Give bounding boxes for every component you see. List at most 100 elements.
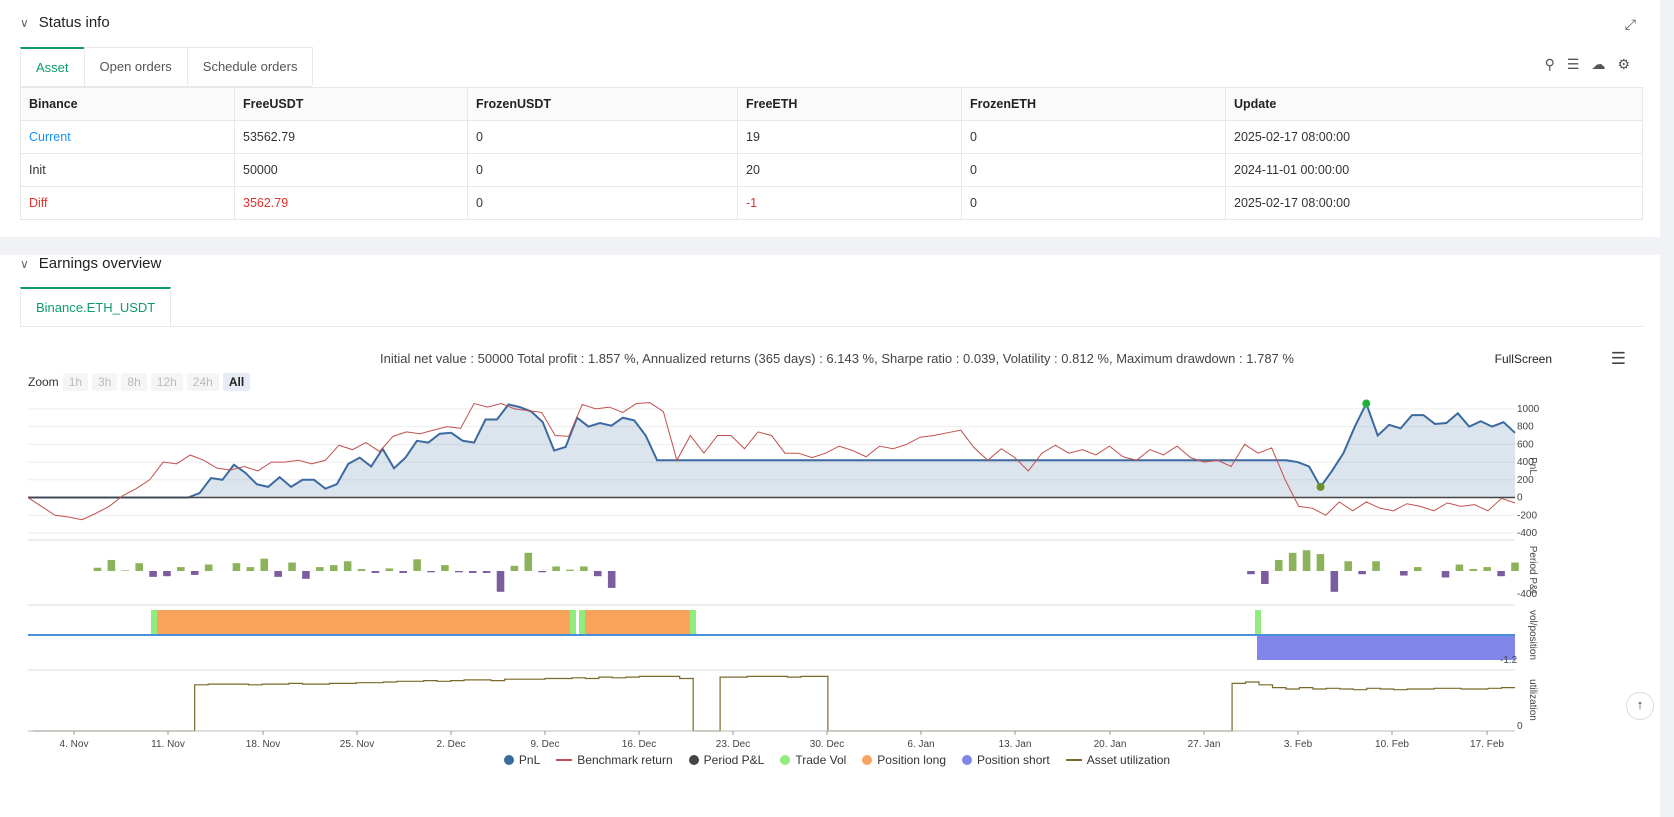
period-pnl-bar	[1247, 571, 1255, 575]
cloud-download-icon[interactable]: ☁	[1591, 56, 1605, 73]
period-pnl-bar	[607, 571, 616, 588]
legend-trade-vol[interactable]: Trade Vol	[780, 753, 846, 767]
search-icon[interactable]: ⚲	[1545, 56, 1555, 73]
period-pnl-bar	[1316, 554, 1325, 571]
period-pnl-bar	[343, 561, 352, 571]
period-pnl-bar	[121, 570, 130, 571]
period-pnl-bar	[566, 569, 574, 571]
x-tick-label: 20. Jan	[1094, 739, 1127, 750]
period-pnl-bar	[1288, 552, 1297, 571]
period-pnl-bar	[1441, 571, 1450, 578]
table-cell: 19	[737, 120, 962, 154]
period-pnl-bar	[580, 566, 588, 571]
period-pnl-bar	[552, 566, 560, 571]
period-pnl-bar	[1455, 564, 1464, 571]
period-pnl-bar	[135, 563, 143, 571]
period-pnl-bar	[455, 571, 463, 573]
column-header: FreeUSDT	[234, 87, 468, 121]
period-pnl-bar	[1469, 569, 1478, 571]
x-tick-label: 6. Jan	[907, 739, 934, 750]
earnings-chart[interactable]: 10008006004002000-200-400PnL-400Period P…	[0, 255, 1660, 755]
period-pnl-bar	[1358, 571, 1366, 575]
table-toolbar: ⚲ ☰ ☁ ⚙	[1545, 56, 1630, 73]
period-pnl-bar	[1400, 571, 1408, 576]
chart-legend: PnL Benchmark return Period P&L Trade Vo…	[0, 753, 1674, 767]
period-pnl-bar	[593, 571, 602, 577]
period-pnl-bar	[371, 571, 380, 573]
y-tick-label: 0	[1517, 493, 1523, 504]
legend-position-short[interactable]: Position short	[962, 753, 1050, 767]
legend-marker	[862, 755, 873, 765]
pnl-area	[28, 403, 1515, 498]
status-info-header[interactable]: ∨ Status info	[20, 14, 110, 31]
y-tick-label: -400	[1517, 528, 1537, 539]
period-pnl-bar	[385, 568, 394, 571]
period-pnl-bar	[107, 559, 116, 571]
trade-vol-bar	[1255, 610, 1261, 635]
period-pnl-bar	[1483, 567, 1491, 571]
legend-marker	[962, 755, 972, 765]
scroll-to-top-button[interactable]: ↑	[1626, 692, 1654, 720]
table-row: Current 53562.79 0 19 0 2025-02-17 08:00…	[20, 120, 1643, 154]
position-long-bar	[581, 610, 692, 635]
period-pnl-bar	[1330, 571, 1339, 592]
period-pnl-bar	[1302, 550, 1311, 571]
x-tick-label: 30. Dec	[810, 739, 844, 750]
x-tick-label: 11. Nov	[151, 739, 185, 750]
x-tick-label: 2. Dec	[437, 739, 466, 750]
legend-benchmark[interactable]: Benchmark return	[556, 753, 673, 767]
position-short-bar	[1257, 635, 1515, 660]
tab-asset[interactable]: Asset	[20, 47, 85, 86]
legend-position-long[interactable]: Position long	[862, 753, 946, 767]
period-pnl-bar	[1497, 571, 1505, 577]
table-cell: 0	[467, 186, 738, 220]
legend-period-pnl[interactable]: Period P&L	[688, 753, 765, 767]
column-header: Binance	[20, 87, 235, 121]
x-tick-label: 17. Feb	[1470, 739, 1504, 750]
period-pnl-bar	[413, 559, 421, 571]
period-pnl-bar	[204, 564, 213, 571]
table-cell: 53562.79	[234, 120, 468, 154]
x-tick-label: 27. Jan	[1188, 739, 1221, 750]
period-pnl-bar	[482, 571, 491, 573]
legend-label: Trade Vol	[795, 753, 847, 767]
row-label-current[interactable]: Current	[20, 120, 235, 154]
status-info-title: Status info	[38, 14, 110, 31]
legend-label: Position short	[977, 753, 1050, 767]
x-tick-label: 23. Dec	[716, 739, 750, 750]
x-tick-label: 10. Feb	[1375, 739, 1409, 750]
table-cell: 50000	[234, 153, 468, 187]
legend-marker	[1065, 759, 1082, 761]
collapse-fullscreen-icon[interactable]: ⤢	[1625, 16, 1636, 33]
period-pnl-bar	[232, 563, 241, 571]
gear-icon[interactable]: ⚙	[1617, 56, 1630, 73]
legend-marker	[688, 755, 699, 765]
x-tick-label: 3. Feb	[1284, 739, 1313, 750]
list-icon[interactable]: ☰	[1567, 56, 1580, 73]
period-pnl-bar	[496, 571, 505, 592]
y-tick-label: 0	[1517, 721, 1523, 732]
tab-schedule-orders[interactable]: Schedule orders	[186, 47, 314, 85]
y-tick-label: -1.2	[1500, 655, 1518, 666]
status-tabs: Asset Open orders Schedule orders	[20, 47, 314, 87]
period-pnl-bar	[288, 562, 296, 571]
table-row: Init 50000 0 20 0 2024-11-01 00:00:00	[20, 153, 1643, 187]
tab-open-orders[interactable]: Open orders	[83, 47, 188, 85]
table-cell: 0	[961, 153, 1226, 187]
legend-asset-utilization[interactable]: Asset utilization	[1065, 753, 1170, 767]
period-pnl-bar	[190, 571, 199, 575]
period-pnl-bar	[1413, 567, 1422, 571]
legend-pnl[interactable]: PnL	[503, 753, 540, 767]
period-pnl-bar	[1274, 559, 1283, 571]
period-pnl-bar	[302, 571, 310, 579]
table-cell: 0	[961, 120, 1226, 154]
y-axis-label: vol/position	[1527, 610, 1538, 660]
legend-marker	[503, 755, 514, 765]
chevron-down-icon[interactable]: ∨	[20, 16, 29, 30]
period-pnl-bar	[246, 567, 255, 571]
position-long-bar	[153, 610, 572, 635]
legend-label: Period P&L	[703, 753, 765, 767]
x-tick-label: 9. Dec	[531, 739, 560, 750]
y-axis-label: Period P&L	[1527, 546, 1538, 597]
x-tick-label: 4. Nov	[60, 739, 89, 750]
